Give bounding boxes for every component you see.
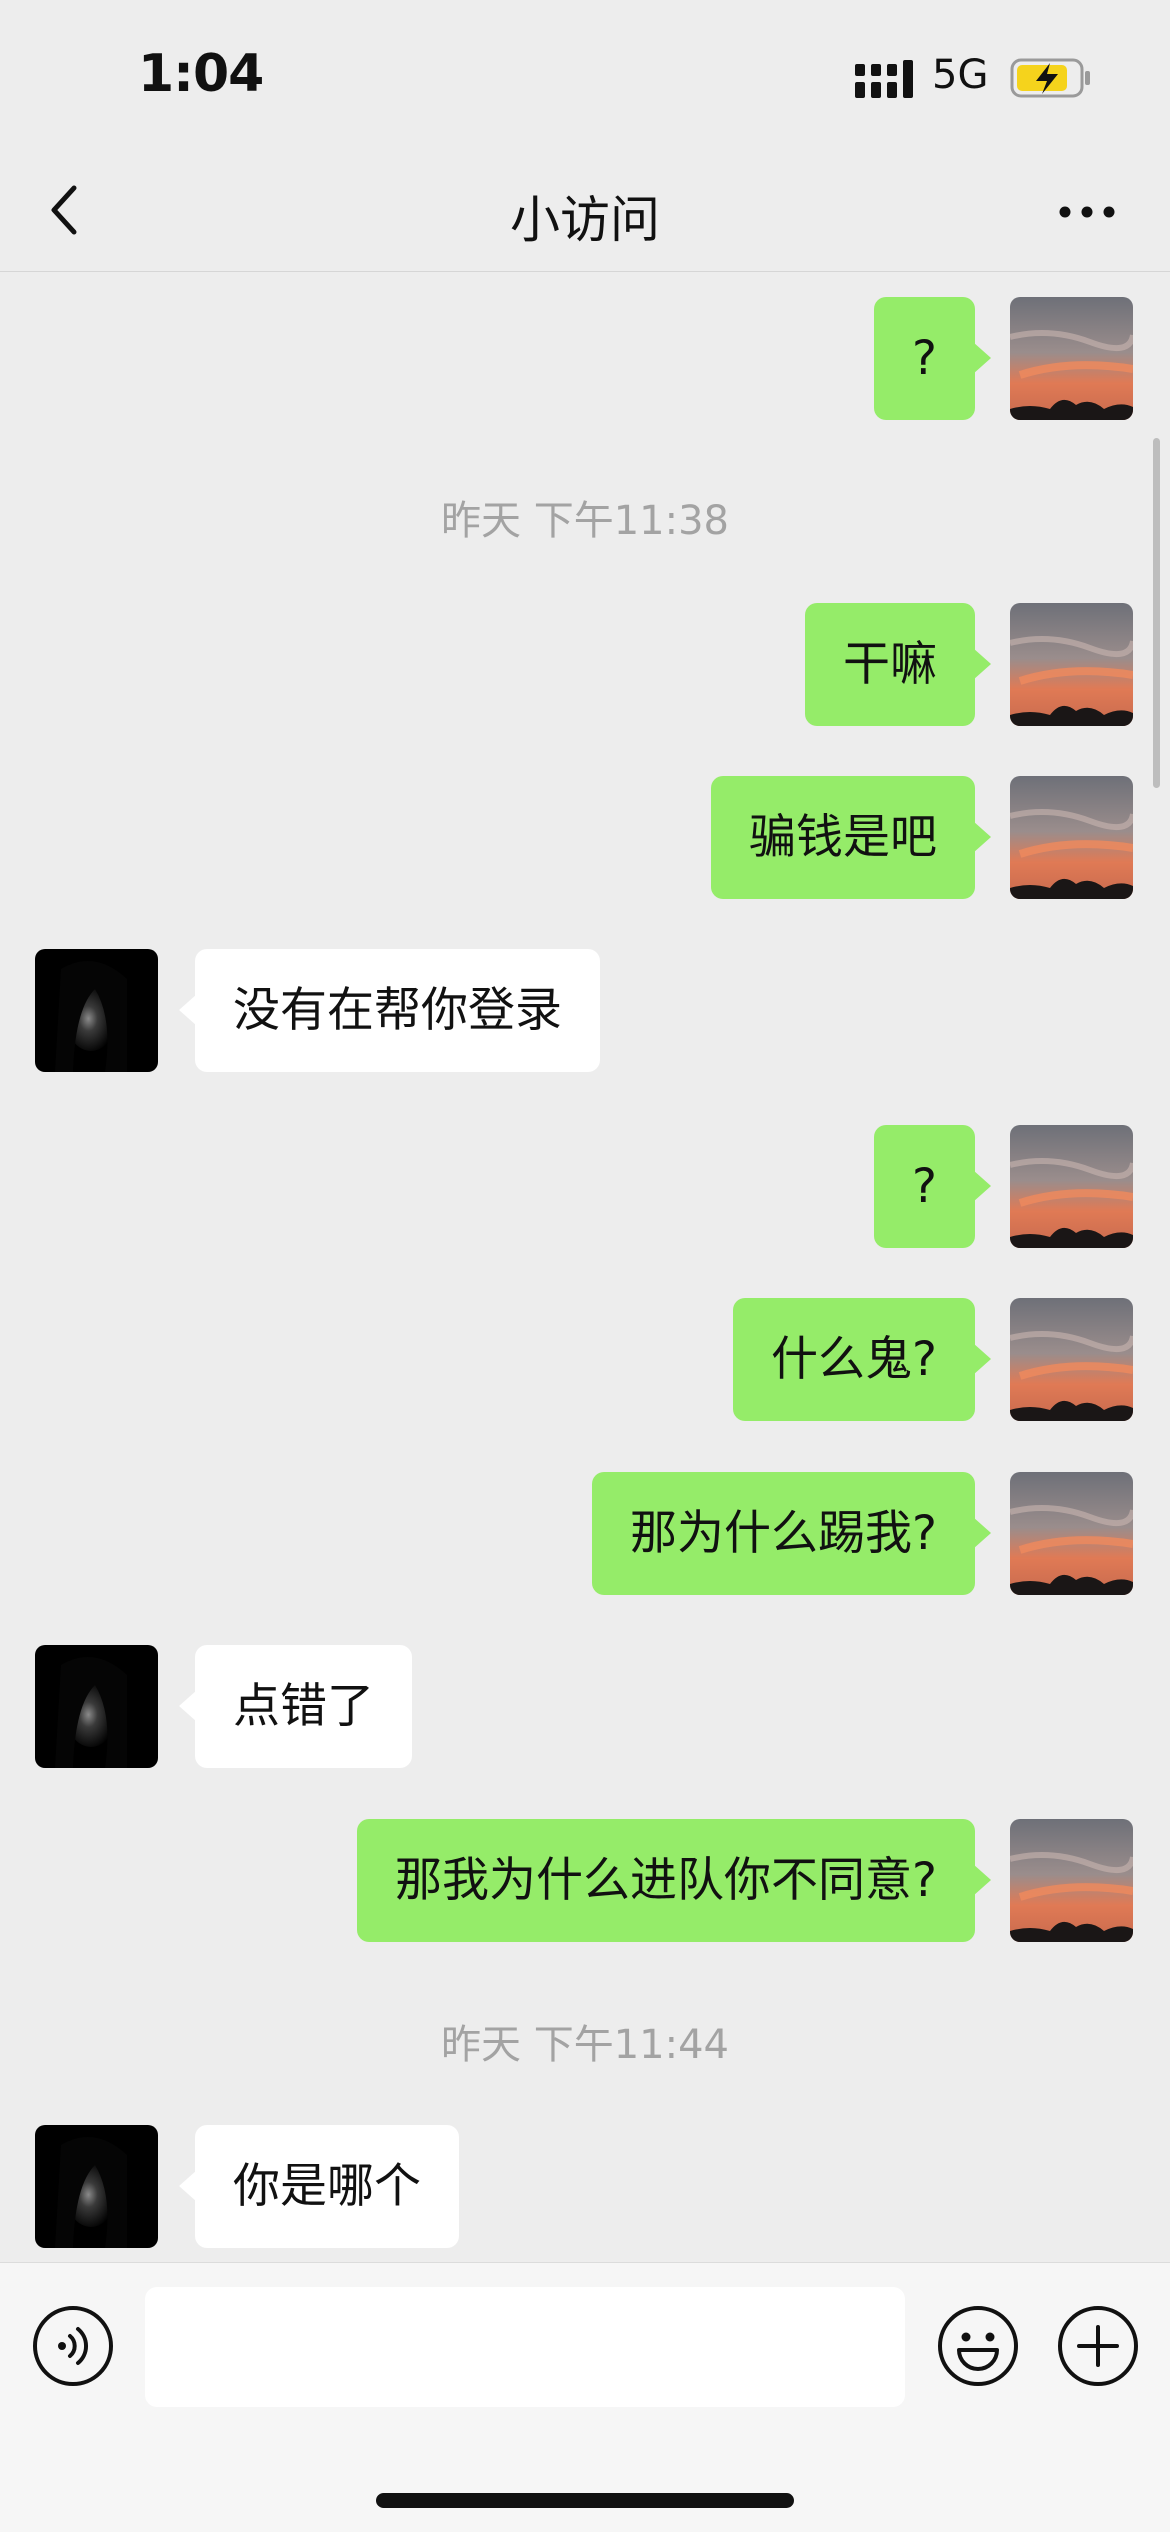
sent-message-bubble[interactable]: ? bbox=[874, 1125, 991, 1248]
status-time: 1:04 bbox=[138, 44, 264, 104]
received-message-bubble[interactable]: 没有在帮你登录 bbox=[179, 949, 600, 1072]
my-avatar[interactable] bbox=[1010, 603, 1133, 726]
sunset-photo bbox=[1010, 297, 1133, 420]
sent-message-bubble[interactable]: 干嘛 bbox=[805, 603, 991, 726]
status-bar: 1:04 5G bbox=[0, 0, 1170, 150]
sunset-photo bbox=[1010, 1125, 1133, 1248]
sent-message-bubble[interactable]: 那我为什么进队你不同意? bbox=[357, 1819, 991, 1942]
my-avatar[interactable] bbox=[1010, 297, 1133, 420]
sunset-photo bbox=[1010, 1472, 1133, 1595]
home-indicator[interactable] bbox=[376, 2493, 794, 2508]
signal-icon bbox=[855, 60, 913, 98]
emoji-icon[interactable] bbox=[937, 2305, 1019, 2387]
my-avatar[interactable] bbox=[1010, 1472, 1133, 1595]
my-avatar[interactable] bbox=[1010, 1819, 1133, 1942]
sunset-photo bbox=[1010, 1298, 1133, 1421]
my-avatar[interactable] bbox=[1010, 776, 1133, 899]
battery-charging-icon bbox=[1010, 58, 1090, 98]
my-avatar[interactable] bbox=[1010, 1298, 1133, 1421]
contact-avatar[interactable] bbox=[35, 1645, 158, 1768]
message-input[interactable] bbox=[145, 2287, 905, 2407]
contact-avatar[interactable] bbox=[35, 949, 158, 1072]
nav-bar: 小访问 bbox=[0, 150, 1170, 272]
sunset-photo bbox=[1010, 776, 1133, 899]
sent-message-bubble[interactable]: 什么鬼? bbox=[733, 1298, 991, 1421]
received-message-bubble[interactable]: 你是哪个 bbox=[179, 2125, 459, 2248]
timestamp: 昨天 下午11:44 bbox=[441, 2022, 729, 2068]
network-label: 5G bbox=[932, 52, 989, 98]
chat-title: 小访问 bbox=[510, 191, 660, 249]
dark-portrait-photo bbox=[35, 1645, 158, 1768]
voice-icon[interactable] bbox=[32, 2305, 114, 2387]
timestamp: 昨天 下午11:38 bbox=[441, 498, 729, 544]
chat-message-list[interactable]: ? 昨天 下午11:38 干嘛骗钱是吧 没有在帮你登录? 什么鬼? 那为什么踢我? 点错了那… bbox=[0, 273, 1170, 2262]
plus-icon[interactable] bbox=[1057, 2305, 1139, 2387]
sunset-photo bbox=[1010, 603, 1133, 726]
more-dots-icon[interactable] bbox=[1055, 192, 1119, 232]
dark-portrait-photo bbox=[35, 949, 158, 1072]
input-bar bbox=[0, 2262, 1170, 2532]
sent-message-bubble[interactable]: ? bbox=[874, 297, 991, 420]
received-message-bubble[interactable]: 点错了 bbox=[179, 1645, 412, 1768]
my-avatar[interactable] bbox=[1010, 1125, 1133, 1248]
sent-message-bubble[interactable]: 骗钱是吧 bbox=[711, 776, 991, 899]
sent-message-bubble[interactable]: 那为什么踢我? bbox=[592, 1472, 991, 1595]
contact-avatar[interactable] bbox=[35, 2125, 158, 2248]
sunset-photo bbox=[1010, 1819, 1133, 1942]
dark-portrait-photo bbox=[35, 2125, 158, 2248]
